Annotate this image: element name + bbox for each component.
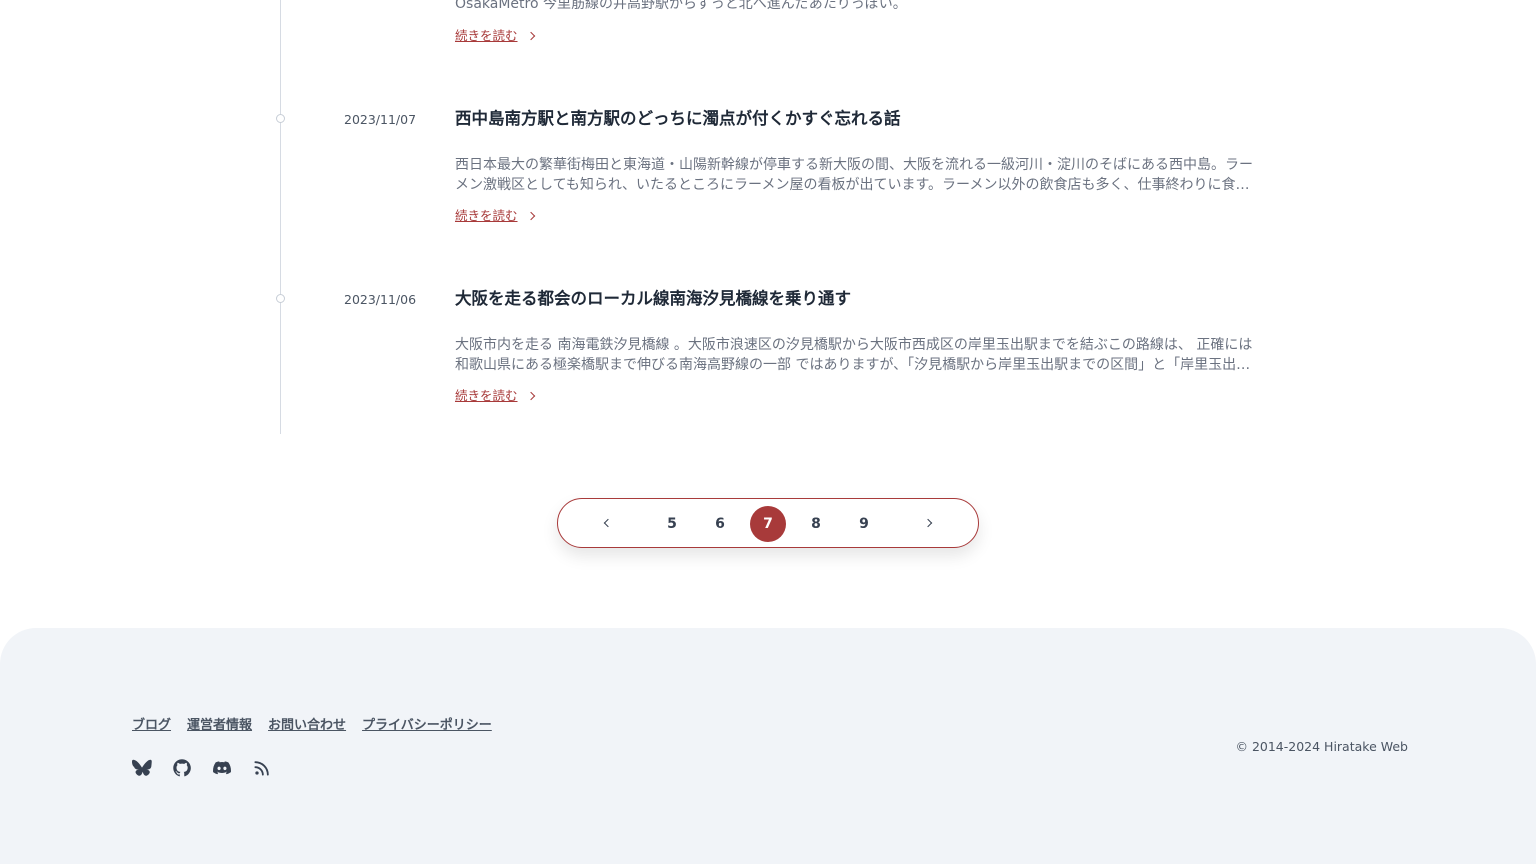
- read-more-link[interactable]: 続きを読む: [455, 28, 535, 44]
- post-title-link[interactable]: 西中島南方駅と南方駅のどっちに濁点が付くかすぐ忘れる話: [455, 108, 901, 130]
- timeline-line: [280, 0, 281, 434]
- read-more-link[interactable]: 続きを読む: [455, 208, 535, 224]
- pagination: 5 6 7 8 9: [557, 498, 979, 548]
- bluesky-icon[interactable]: [132, 758, 152, 778]
- social-links: [132, 758, 272, 778]
- chevron-right-icon: [526, 211, 535, 221]
- post-excerpt-previous: OsakaMetro 今里筋線の井高野駅からずっと北へ進んだあたりっぽい。: [455, 0, 907, 12]
- next-page-button[interactable]: [922, 516, 936, 530]
- read-more-link[interactable]: 続きを読む: [455, 388, 535, 404]
- page-8-button[interactable]: 8: [798, 506, 834, 542]
- page-9-button[interactable]: 9: [846, 506, 882, 542]
- post-title-link[interactable]: 大阪を走る都会のローカル線南海汐見橋線を乗り通す: [455, 288, 851, 310]
- footer-link-contact[interactable]: お問い合わせ: [268, 714, 346, 733]
- rss-icon[interactable]: [252, 758, 272, 778]
- copyright-text: © 2014-2024 Hiratake Web: [1235, 739, 1408, 754]
- footer-link-blog[interactable]: ブログ: [132, 714, 171, 733]
- post-excerpt: 大阪市内を走る 南海電鉄汐見橋線 。大阪市浪速区の汐見橋駅から大阪市西成区の岸里…: [455, 337, 1253, 373]
- footer-link-about[interactable]: 運営者情報: [187, 714, 252, 733]
- page-5-button[interactable]: 5: [654, 506, 690, 542]
- post-excerpt: 西日本最大の繁華街梅田と東海道・山陽新幹線が停車する新大阪の間、大阪を流れる一級…: [455, 157, 1253, 193]
- page-6-button[interactable]: 6: [702, 506, 738, 542]
- github-icon[interactable]: [172, 758, 192, 778]
- read-more-label: 続きを読む: [455, 28, 518, 43]
- footer-links: ブログ 運営者情報 お問い合わせ プライバシーポリシー: [132, 714, 492, 733]
- chevron-right-icon: [923, 518, 933, 528]
- page: OsakaMetro 今里筋線の井高野駅からずっと北へ進んだあたりっぽい。 続き…: [0, 0, 1536, 864]
- prev-page-button[interactable]: [600, 516, 614, 530]
- post-date: 2023/11/07: [344, 112, 417, 127]
- footer-link-privacy[interactable]: プライバシーポリシー: [362, 714, 492, 733]
- post-date: 2023/11/06: [344, 292, 417, 307]
- discord-icon[interactable]: [212, 758, 232, 778]
- page-7-button-current[interactable]: 7: [750, 506, 786, 542]
- timeline-dot: [276, 294, 285, 303]
- chevron-right-icon: [526, 31, 535, 41]
- read-more-label: 続きを読む: [455, 388, 518, 403]
- footer: ブログ 運営者情報 お問い合わせ プライバシーポリシー © 2014-2024 …: [0, 628, 1536, 864]
- read-more-label: 続きを読む: [455, 208, 518, 223]
- chevron-left-icon: [603, 518, 613, 528]
- chevron-right-icon: [526, 391, 535, 401]
- timeline-dot: [276, 114, 285, 123]
